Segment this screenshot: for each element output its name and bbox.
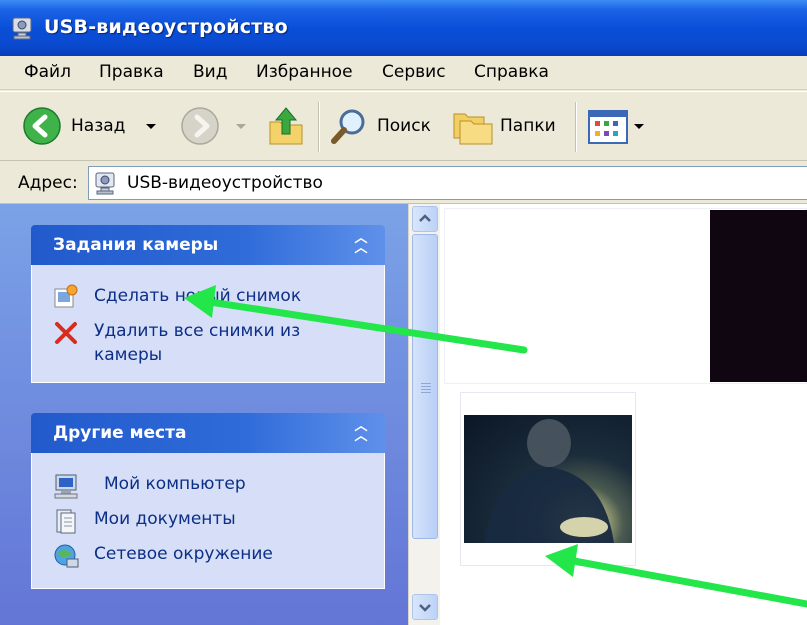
other-places-title: Другие места bbox=[53, 423, 187, 443]
folders-icon bbox=[453, 113, 493, 145]
back-dropdown-icon[interactable] bbox=[146, 124, 156, 129]
scroll-up-button[interactable] bbox=[412, 206, 438, 232]
network-places-icon bbox=[54, 544, 79, 568]
views-icon bbox=[588, 110, 628, 144]
webcam-icon bbox=[12, 17, 32, 40]
camera-tasks-header[interactable]: Задания камеры ︿ ︿ bbox=[31, 225, 385, 265]
thumb-grip bbox=[421, 389, 431, 390]
search-label: Поиск bbox=[377, 116, 431, 136]
other-places-body: Мой компьютер Мои документы Сетевое окру… bbox=[31, 453, 385, 589]
menu-help[interactable]: Справка bbox=[474, 62, 549, 82]
address-field[interactable]: USB-видеоустройство bbox=[88, 166, 807, 200]
collapse-chevron-icon[interactable]: ︿ ︿ bbox=[351, 232, 371, 255]
magnifier-icon bbox=[331, 109, 365, 144]
camera-tasks-panel: Задания камеры ︿ ︿ Сделать новый снимок У… bbox=[31, 225, 385, 383]
thumb-grip bbox=[421, 392, 431, 393]
camera-preview bbox=[710, 210, 807, 382]
back-arrow-icon bbox=[23, 107, 61, 145]
other-places-header[interactable]: Другие места ︿ ︿ bbox=[31, 413, 385, 453]
toolbar: Назад Поиск Папки bbox=[0, 91, 807, 161]
folders-label: Папки bbox=[500, 116, 556, 136]
take-new-photo-link[interactable]: Сделать новый снимок bbox=[94, 285, 301, 308]
take-photo-icon bbox=[54, 284, 78, 308]
delete-all-photos-link[interactable]: Удалить все снимки из bbox=[94, 320, 300, 343]
back-button[interactable]: Назад bbox=[20, 100, 138, 152]
my-documents-link[interactable]: Мои документы bbox=[94, 508, 236, 531]
forward-button[interactable] bbox=[178, 100, 226, 152]
person-silhouette bbox=[484, 419, 614, 543]
back-label: Назад bbox=[71, 116, 126, 136]
network-places-link[interactable]: Сетевое окружение bbox=[94, 543, 273, 566]
delete-x-icon bbox=[55, 322, 77, 344]
address-bar: Адрес: USB-видеоустройство bbox=[0, 162, 807, 204]
menu-tools[interactable]: Сервис bbox=[382, 62, 446, 82]
thumb-grip bbox=[421, 386, 431, 387]
chevron-down-icon bbox=[419, 604, 431, 612]
my-computer-icon bbox=[54, 474, 78, 499]
toolbar-separator bbox=[318, 102, 320, 152]
menu-favorites[interactable]: Избранное bbox=[256, 62, 353, 82]
window-title: USB-видеоустройство bbox=[44, 16, 288, 38]
forward-dropdown-icon[interactable] bbox=[236, 124, 246, 129]
photo-thumbnail[interactable] bbox=[460, 392, 636, 566]
my-computer-link[interactable]: Мой компьютер bbox=[104, 473, 246, 496]
content-area bbox=[440, 204, 807, 625]
menu-file[interactable]: Файл bbox=[24, 62, 71, 82]
camera-tasks-title: Задания камеры bbox=[53, 235, 219, 255]
scroll-down-button[interactable] bbox=[412, 594, 438, 620]
scroll-thumb[interactable] bbox=[412, 234, 438, 539]
up-folder-button[interactable] bbox=[264, 100, 308, 152]
menu-edit[interactable]: Правка bbox=[99, 62, 164, 82]
address-label: Адрес: bbox=[18, 173, 78, 193]
my-documents-icon bbox=[56, 509, 76, 534]
search-button[interactable]: Поиск bbox=[328, 100, 438, 152]
forward-arrow-icon bbox=[181, 107, 219, 145]
vertical-scrollbar[interactable] bbox=[408, 204, 440, 625]
other-places-panel: Другие места ︿ ︿ Мой компьютер Мои докуме… bbox=[31, 413, 385, 589]
folder-up-icon bbox=[269, 107, 303, 145]
task-pane: Задания камеры ︿ ︿ Сделать новый снимок У… bbox=[0, 204, 408, 625]
chevron-up-icon bbox=[419, 214, 431, 222]
delete-all-photos-link-cont[interactable]: камеры bbox=[94, 344, 162, 367]
address-value: USB-видеоустройство bbox=[127, 173, 323, 193]
collapse-chevron-icon[interactable]: ︿ ︿ bbox=[351, 420, 371, 443]
views-button[interactable] bbox=[586, 100, 648, 152]
webcam-icon bbox=[95, 172, 115, 195]
photo-image bbox=[464, 415, 632, 543]
title-bar: USB-видеоустройство bbox=[0, 0, 807, 56]
folders-button[interactable]: Папки bbox=[452, 100, 564, 152]
menu-bar: Файл Правка Вид Избранное Сервис Справка bbox=[0, 56, 807, 90]
views-dropdown-icon bbox=[634, 124, 644, 129]
menu-view[interactable]: Вид bbox=[193, 62, 227, 82]
toolbar-separator bbox=[575, 102, 577, 152]
camera-tasks-body: Сделать новый снимок Удалить все снимки … bbox=[31, 265, 385, 383]
thumb-grip bbox=[421, 383, 431, 384]
